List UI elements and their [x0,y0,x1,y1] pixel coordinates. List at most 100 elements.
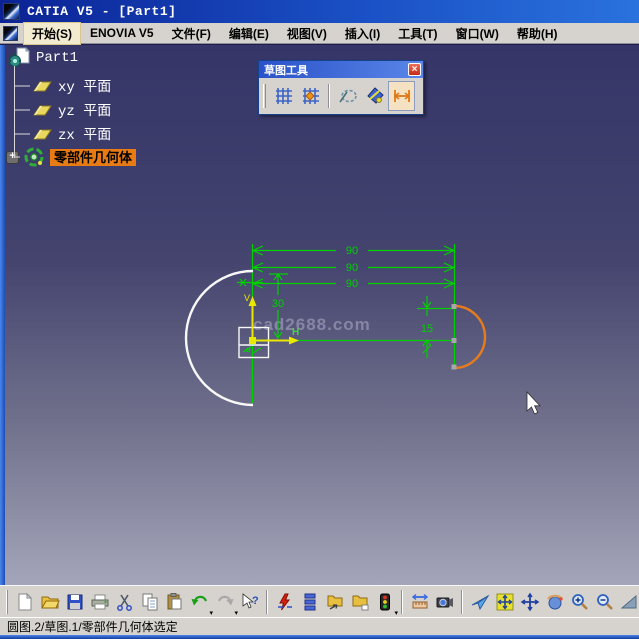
cut-button[interactable] [112,588,137,615]
standard-toolbar: ▾ ▾ ? [0,585,639,617]
catalog-folder-icon [325,592,345,612]
zoom-out-button[interactable] [592,588,617,615]
sketch-tools-titlebar[interactable]: 草图工具 × [259,61,423,78]
part-body-icon [23,146,45,168]
copy-button[interactable] [137,588,162,615]
dimensional-constraints-button[interactable] [388,81,415,111]
catalog-folder-icon [350,592,370,612]
fly-plane-icon [470,592,490,612]
menu-file[interactable]: 文件(F) [163,22,220,45]
toolbar-separator [401,590,403,614]
plane-icon [31,103,53,117]
document-control-icon[interactable] [3,26,18,41]
measure-button[interactable] [407,588,432,615]
tree-plane-label[interactable]: zx 平面 [58,124,111,144]
new-document-icon [15,592,35,612]
open-button[interactable] [37,588,62,615]
catia-app-icon[interactable] [3,3,20,20]
fit-all-in-button[interactable] [492,588,517,615]
expand-plus-icon[interactable]: + [6,151,19,164]
help-question-glyph: ? [252,595,259,607]
menu-tools[interactable]: 工具(T) [389,22,446,45]
zoom-in-icon [570,592,590,612]
rotate-sphere-icon [545,592,565,612]
fly-mode-button[interactable] [467,588,492,615]
zoom-out-icon [595,592,615,612]
toolbar-grip[interactable] [6,590,8,614]
paste-button[interactable] [162,588,187,615]
tree-item-xy-plane[interactable]: xy 平面 [31,76,111,96]
status-text: 圆图.2/草图.1/零部件几何体选定 [7,618,178,635]
redo-button[interactable]: ▾ [212,588,237,615]
knowledge-button[interactable]: ▾ [372,588,397,615]
sketch-tools-toolbar[interactable]: 草图工具 × [258,60,424,115]
toolbar-separator [266,590,268,614]
open-catalog-alt-button[interactable] [347,588,372,615]
print-button[interactable] [87,588,112,615]
pan-button[interactable] [517,588,542,615]
plane-icon [31,127,53,141]
list-icon [300,592,320,612]
window-frame-bottom [0,635,639,639]
grid-icon [274,86,294,106]
statusbar: 圆图.2/草图.1/零部件几何体选定 [0,617,639,635]
scissors-icon [115,592,135,612]
menu-window[interactable]: 窗口(W) [447,22,508,45]
measure-ruler-icon [410,592,430,612]
geometrical-constraints-icon [365,86,385,106]
printer-icon [90,592,110,612]
grid-button[interactable] [270,81,297,111]
tree-item-zx-plane[interactable]: zx 平面 [31,124,111,144]
tree-root-label[interactable]: Part1 [36,50,78,66]
render-camera-button[interactable] [432,588,457,615]
rotate-button[interactable] [542,588,567,615]
open-catalog-button[interactable] [322,588,347,615]
camera-icon [435,592,455,612]
save-floppy-icon [65,592,85,612]
help-cursor-icon: ? [240,592,260,612]
menu-edit[interactable]: 编辑(E) [220,22,278,45]
save-button[interactable] [62,588,87,615]
redo-icon [215,592,235,612]
traffic-light-icon [375,592,395,612]
close-icon[interactable]: × [408,63,421,76]
menu-insert[interactable]: 插入(I) [336,22,389,45]
window-title: CATIA V5 - [Part1] [27,4,176,19]
zoom-in-button[interactable] [567,588,592,615]
menubar: 开始(S) ENOVIA V5 文件(F) 编辑(E) 视图(V) 插入(I) … [0,23,639,44]
update-lightning-icon [275,592,295,612]
construction-element-icon [338,86,358,106]
snap-to-point-icon [301,86,321,106]
toolbar-separator [461,590,463,614]
menu-enovia[interactable]: ENOVIA V5 [81,23,163,43]
titlebar[interactable]: CATIA V5 - [Part1] [0,0,639,23]
menu-view[interactable]: 视图(V) [278,22,336,45]
sketch-tools-title: 草图工具 [264,62,308,78]
snap-to-point-button[interactable] [297,81,324,111]
toolbar-grip[interactable] [263,84,266,108]
normal-view-button-clipped[interactable] [617,588,639,615]
menu-start[interactable]: 开始(S) [23,22,81,45]
tree-item-part-body[interactable]: + 零部件几何体 [6,146,136,168]
geometrical-constraints-button[interactable] [361,81,388,111]
tree-item-yz-plane[interactable]: yz 平面 [31,100,111,120]
update-button[interactable] [272,588,297,615]
open-folder-icon [40,592,60,612]
tree-body-label[interactable]: 零部件几何体 [50,149,136,166]
undo-button[interactable]: ▾ [187,588,212,615]
new-button[interactable] [12,588,37,615]
specification-list-button[interactable] [297,588,322,615]
tree-plane-label[interactable]: yz 平面 [58,100,111,120]
tree-item-part-root[interactable]: Part1 [9,47,78,68]
construction-element-button[interactable] [334,81,361,111]
dropdown-arrow-icon[interactable]: ▾ [394,609,398,617]
menu-help[interactable]: 帮助(H) [508,22,567,45]
dimensional-constraints-icon [392,86,412,106]
plane-icon [31,79,53,93]
fit-all-icon [495,592,515,612]
viewport-canvas[interactable]: Part1 xy 平面 yz 平面 zx 平面 + [0,44,639,585]
clipboard-paste-icon [165,592,185,612]
whats-this-help-button[interactable]: ? [237,588,262,615]
pan-arrows-icon [520,592,540,612]
tree-plane-label[interactable]: xy 平面 [58,76,111,96]
